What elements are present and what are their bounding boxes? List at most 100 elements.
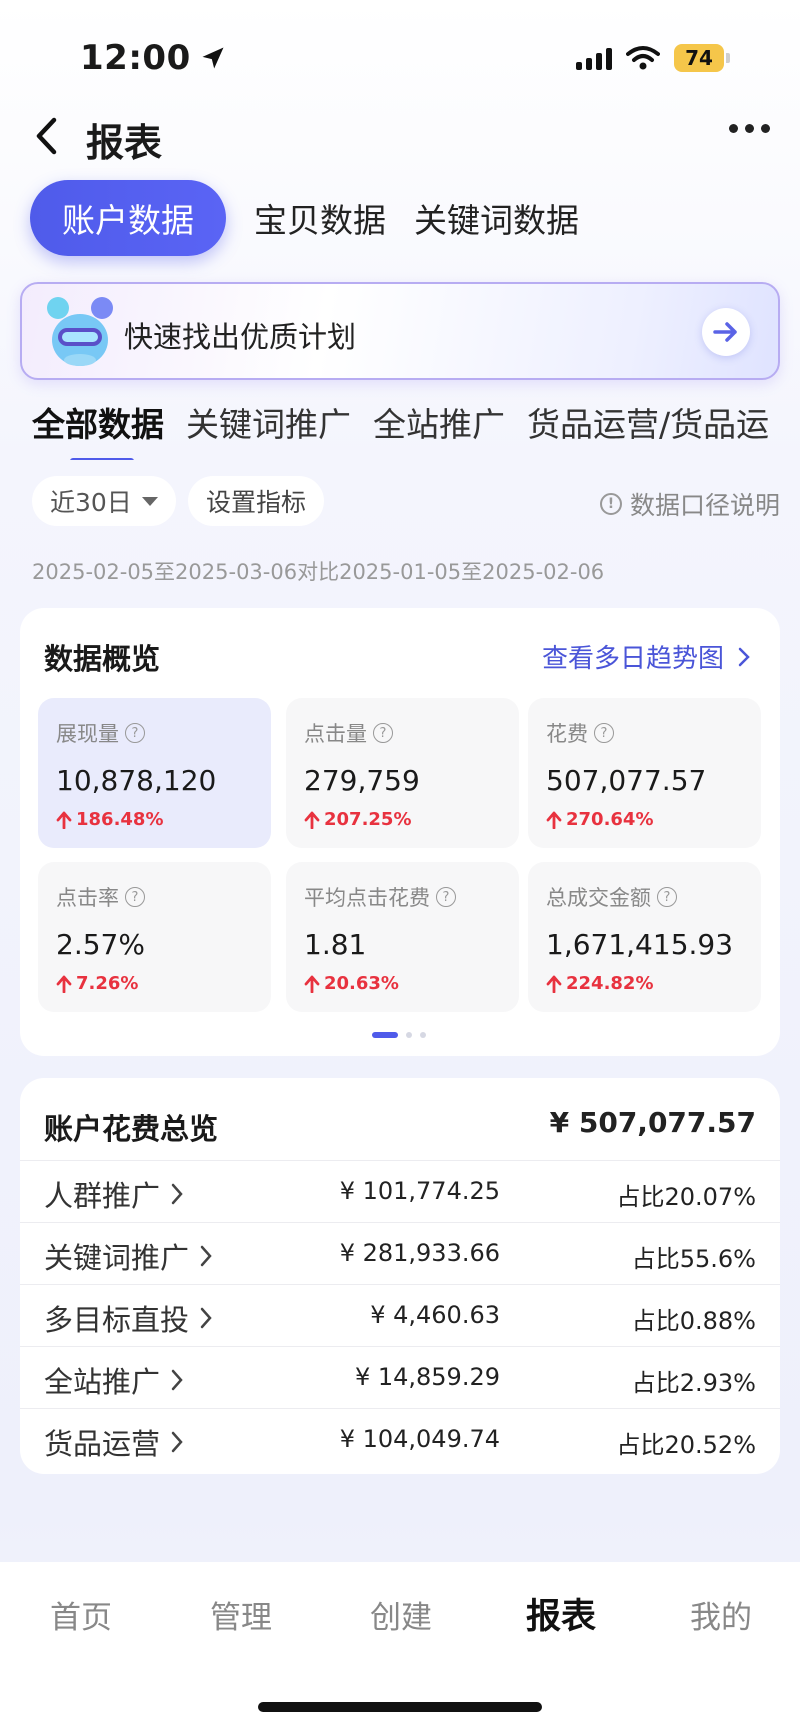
trend-link-text: 查看多日趋势图 bbox=[541, 644, 724, 674]
chevron-right-icon bbox=[171, 1431, 183, 1453]
metric-value: 279,759 bbox=[304, 764, 420, 797]
help-icon[interactable]: ? bbox=[125, 887, 145, 907]
back-button[interactable] bbox=[26, 114, 66, 158]
location-arrow-icon bbox=[202, 47, 224, 69]
date-range-dropdown[interactable]: 近30日 bbox=[32, 476, 176, 526]
metric-value: 507,077.57 bbox=[546, 764, 707, 797]
metric-label: 点击量 bbox=[304, 722, 367, 746]
status-icons: 74 bbox=[576, 44, 730, 72]
spend-row-amount: ¥ 104,049.74 bbox=[339, 1425, 500, 1453]
subtab-site-promo[interactable]: 全站推广 bbox=[373, 398, 505, 460]
set-metrics-button[interactable]: 设置指标 bbox=[188, 476, 325, 526]
arrow-up-icon bbox=[546, 975, 562, 993]
spend-row[interactable]: 货品运营 ¥ 104,049.74 占比20.52% bbox=[20, 1408, 780, 1470]
spend-row[interactable]: 全站推广 ¥ 14,859.29 占比2.93% bbox=[20, 1346, 780, 1408]
spend-total: ¥ 507,077.57 bbox=[549, 1106, 756, 1139]
date-range-label: 近30日 bbox=[50, 488, 132, 517]
arrow-right-icon bbox=[713, 322, 737, 342]
metric-change: 186.48% bbox=[56, 809, 253, 830]
mascot-icon bbox=[47, 297, 113, 366]
trend-chart-link[interactable]: 查看多日趋势图 bbox=[542, 638, 750, 675]
metric-change: 7.26% bbox=[56, 973, 253, 994]
tab-item-data[interactable]: 宝贝数据 bbox=[254, 180, 386, 256]
tab-account-data[interactable]: 账户数据 bbox=[30, 180, 226, 256]
metric-value: 1,671,415.93 bbox=[546, 928, 734, 961]
metric-cost[interactable]: 花费? 507,077.57 270.64% bbox=[528, 698, 761, 848]
metric-ctr[interactable]: 点击率? 2.57% 7.26% bbox=[38, 862, 271, 1012]
subtab-goods-operation[interactable]: 货品运营/货品运 bbox=[527, 398, 769, 460]
spend-row-ratio: 占比2.93% bbox=[631, 1369, 756, 1397]
data-note-text: 数据口径说明 bbox=[629, 491, 780, 520]
help-icon[interactable]: ? bbox=[373, 723, 393, 743]
overview-card: 数据概览 查看多日趋势图 展现量? 10,878,120 186.48% 点击量… bbox=[20, 608, 780, 1056]
subtab-keyword-promo[interactable]: 关键词推广 bbox=[186, 398, 351, 460]
status-time-text: 12:00 bbox=[80, 38, 191, 78]
arrow-up-icon bbox=[546, 811, 562, 829]
status-bar: 12:00 74 bbox=[0, 0, 800, 110]
bottom-nav-manage[interactable]: 管理 bbox=[210, 1592, 272, 1637]
spend-row-ratio: 占比0.88% bbox=[631, 1307, 756, 1335]
metric-avg-cpc[interactable]: 平均点击花费? 1.81 20.63% bbox=[286, 862, 519, 1012]
spend-row-ratio: 占比55.6% bbox=[631, 1245, 756, 1273]
spend-row-name: 人群推广 bbox=[44, 1179, 161, 1213]
more-options-icon[interactable] bbox=[729, 124, 770, 133]
metric-value: 2.57% bbox=[56, 928, 145, 961]
help-icon[interactable]: ? bbox=[594, 723, 614, 743]
spend-row-amount: ¥ 281,933.66 bbox=[339, 1239, 500, 1267]
tab-keyword-data[interactable]: 关键词数据 bbox=[414, 180, 579, 256]
bottom-nav-create[interactable]: 创建 bbox=[370, 1592, 432, 1637]
chevron-right-icon bbox=[738, 647, 750, 666]
bottom-nav-mine[interactable]: 我的 bbox=[690, 1592, 752, 1637]
spend-row-amount: ¥ 14,859.29 bbox=[354, 1363, 500, 1391]
spend-row-name: 多目标直投 bbox=[44, 1303, 190, 1337]
status-time: 12:00 bbox=[80, 38, 227, 78]
page-indicator bbox=[372, 1032, 426, 1038]
spend-row-ratio: 占比20.52% bbox=[616, 1431, 756, 1459]
battery-level: 74 bbox=[674, 44, 724, 72]
metric-label: 总成交金额 bbox=[546, 886, 651, 910]
bottom-nav-home[interactable]: 首页 bbox=[50, 1592, 112, 1637]
banner-arrow-button[interactable] bbox=[702, 308, 750, 356]
spend-row-name: 货品运营 bbox=[44, 1427, 161, 1461]
spend-row[interactable]: 人群推广 ¥ 101,774.25 占比20.07% bbox=[20, 1160, 780, 1222]
caret-down-icon bbox=[141, 496, 158, 506]
bottom-nav-reports[interactable]: 报表 bbox=[526, 1588, 596, 1639]
sub-tabs-clip: 全部数据 关键词推广 全站推广 货品运营/货品运 bbox=[0, 390, 800, 460]
wifi-icon bbox=[626, 46, 660, 70]
battery-icon: 74 bbox=[674, 44, 730, 72]
metric-change: 20.63% bbox=[304, 973, 501, 994]
chevron-left-icon bbox=[36, 117, 57, 155]
quality-plan-banner[interactable]: 快速找出优质计划 bbox=[20, 282, 780, 380]
metric-clicks[interactable]: 点击量? 279,759 207.25% bbox=[286, 698, 519, 848]
top-tabs: 账户数据 宝贝数据 关键词数据 bbox=[30, 180, 579, 256]
banner-text: 快速找出优质计划 bbox=[124, 320, 357, 354]
metric-label: 点击率 bbox=[56, 886, 119, 910]
sub-tabs: 全部数据 关键词推广 全站推广 货品运营/货品运 bbox=[32, 398, 769, 460]
help-icon[interactable]: ? bbox=[125, 723, 145, 743]
arrow-up-icon bbox=[304, 811, 320, 829]
subtab-all-data[interactable]: 全部数据 bbox=[32, 398, 164, 460]
data-note-link[interactable]: ! 数据口径说明 bbox=[599, 486, 780, 522]
bottom-nav: 首页 管理 创建 报表 我的 bbox=[0, 1562, 800, 1734]
metric-label: 展现量 bbox=[56, 722, 119, 746]
chevron-right-icon bbox=[200, 1307, 212, 1329]
arrow-up-icon bbox=[304, 975, 320, 993]
filter-row: 近30日 设置指标 ! 数据口径说明 bbox=[32, 476, 780, 526]
chevron-right-icon bbox=[171, 1369, 183, 1391]
metric-change: 224.82% bbox=[546, 973, 743, 994]
chevron-right-icon bbox=[200, 1245, 212, 1267]
spend-row[interactable]: 多目标直投 ¥ 4,460.63 占比0.88% bbox=[20, 1284, 780, 1346]
spend-row-name: 全站推广 bbox=[44, 1365, 161, 1399]
metric-value: 1.81 bbox=[304, 928, 367, 961]
help-icon[interactable]: ? bbox=[436, 887, 456, 907]
metric-impressions[interactable]: 展现量? 10,878,120 186.48% bbox=[38, 698, 271, 848]
metric-label: 平均点击花费 bbox=[304, 886, 430, 910]
metric-gmv[interactable]: 总成交金额? 1,671,415.93 224.82% bbox=[528, 862, 761, 1012]
chevron-right-icon bbox=[171, 1183, 183, 1205]
spend-title: 账户花费总览 bbox=[44, 1106, 219, 1148]
home-indicator bbox=[258, 1702, 542, 1712]
spend-row-name: 关键词推广 bbox=[44, 1241, 190, 1275]
help-icon[interactable]: ? bbox=[657, 887, 677, 907]
spend-row[interactable]: 关键词推广 ¥ 281,933.66 占比55.6% bbox=[20, 1222, 780, 1284]
cellular-signal-icon bbox=[576, 46, 612, 70]
